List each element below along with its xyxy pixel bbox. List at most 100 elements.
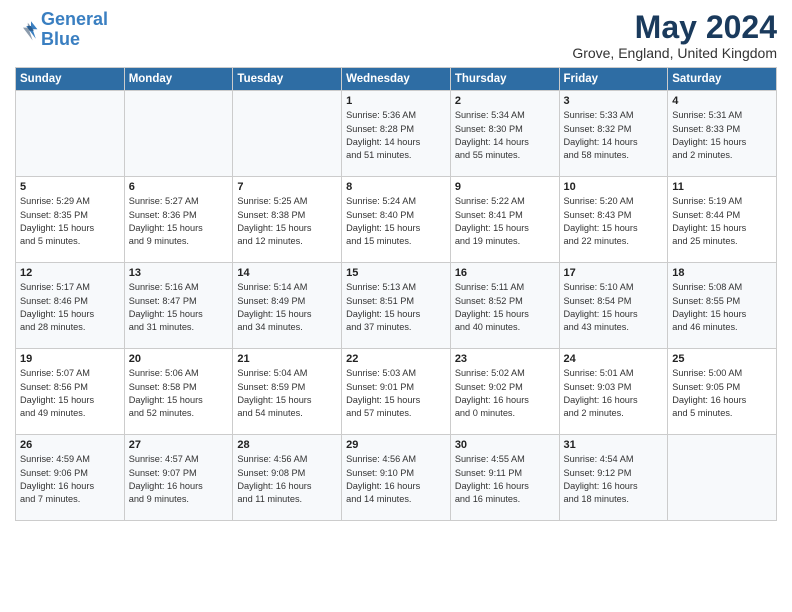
day-number: 22	[346, 353, 446, 365]
calendar-cell: 28 Sunrise: 4:56 AM Sunset: 9:08 PM Dayli…	[233, 435, 342, 521]
day-info: Sunrise: 5:17 AM Sunset: 8:46 PM Dayligh…	[20, 281, 120, 334]
day-number: 11	[672, 181, 772, 193]
page-container: General Blue May 2024 Grove, England, Un…	[0, 0, 792, 529]
day-info: Sunrise: 5:13 AM Sunset: 8:51 PM Dayligh…	[346, 281, 446, 334]
calendar-cell: 15 Sunrise: 5:13 AM Sunset: 8:51 PM Dayli…	[342, 263, 451, 349]
col-header-thursday: Thursday	[450, 68, 559, 91]
calendar-cell: 23 Sunrise: 5:02 AM Sunset: 9:02 PM Dayli…	[450, 349, 559, 435]
day-info: Sunrise: 5:14 AM Sunset: 8:49 PM Dayligh…	[237, 281, 337, 334]
logo-line2: Blue	[41, 29, 80, 49]
logo-text: General Blue	[41, 10, 108, 50]
day-info: Sunrise: 4:54 AM Sunset: 9:12 PM Dayligh…	[564, 453, 664, 506]
day-info: Sunrise: 4:59 AM Sunset: 9:06 PM Dayligh…	[20, 453, 120, 506]
day-info: Sunrise: 5:08 AM Sunset: 8:55 PM Dayligh…	[672, 281, 772, 334]
calendar-cell: 20 Sunrise: 5:06 AM Sunset: 8:58 PM Dayli…	[124, 349, 233, 435]
calendar-cell: 25 Sunrise: 5:00 AM Sunset: 9:05 PM Dayli…	[668, 349, 777, 435]
logo-icon	[15, 18, 39, 42]
day-number: 23	[455, 353, 555, 365]
day-number: 16	[455, 267, 555, 279]
day-info: Sunrise: 5:19 AM Sunset: 8:44 PM Dayligh…	[672, 195, 772, 248]
col-header-saturday: Saturday	[668, 68, 777, 91]
logo-line1: General	[41, 9, 108, 29]
calendar-cell: 14Sunrise: 5:14 AM Sunset: 8:49 PM Dayli…	[233, 263, 342, 349]
day-info: Sunrise: 5:01 AM Sunset: 9:03 PM Dayligh…	[564, 367, 664, 420]
calendar-cell: 29 Sunrise: 4:56 AM Sunset: 9:10 PM Dayli…	[342, 435, 451, 521]
day-info: Sunrise: 4:55 AM Sunset: 9:11 PM Dayligh…	[455, 453, 555, 506]
day-number: 21	[237, 353, 337, 365]
logo: General Blue	[15, 10, 108, 50]
col-header-wednesday: Wednesday	[342, 68, 451, 91]
calendar-cell: 5Sunrise: 5:29 AM Sunset: 8:35 PM Daylig…	[16, 177, 125, 263]
calendar-cell: 26 Sunrise: 4:59 AM Sunset: 9:06 PM Dayli…	[16, 435, 125, 521]
day-info: Sunrise: 5:02 AM Sunset: 9:02 PM Dayligh…	[455, 367, 555, 420]
day-number: 30	[455, 439, 555, 451]
day-number: 4	[672, 95, 772, 107]
day-info: Sunrise: 5:20 AM Sunset: 8:43 PM Dayligh…	[564, 195, 664, 248]
calendar-cell: 1 Sunrise: 5:36 AM Sunset: 8:28 PM Daylig…	[342, 91, 451, 177]
week-row-4: 19Sunrise: 5:07 AM Sunset: 8:56 PM Dayli…	[16, 349, 777, 435]
day-info: Sunrise: 5:36 AM Sunset: 8:28 PM Dayligh…	[346, 109, 446, 162]
week-row-3: 12Sunrise: 5:17 AM Sunset: 8:46 PM Dayli…	[16, 263, 777, 349]
day-number: 6	[129, 181, 229, 193]
day-info: Sunrise: 4:57 AM Sunset: 9:07 PM Dayligh…	[129, 453, 229, 506]
col-header-sunday: Sunday	[16, 68, 125, 91]
day-number: 17	[564, 267, 664, 279]
day-number: 18	[672, 267, 772, 279]
calendar-cell: 22 Sunrise: 5:03 AM Sunset: 9:01 PM Dayli…	[342, 349, 451, 435]
calendar-cell: 18 Sunrise: 5:08 AM Sunset: 8:55 PM Dayli…	[668, 263, 777, 349]
calendar-cell: 4 Sunrise: 5:31 AM Sunset: 8:33 PM Daylig…	[668, 91, 777, 177]
main-title: May 2024	[572, 10, 777, 45]
day-info: Sunrise: 5:06 AM Sunset: 8:58 PM Dayligh…	[129, 367, 229, 420]
day-number: 9	[455, 181, 555, 193]
day-number: 27	[129, 439, 229, 451]
calendar-cell: 16 Sunrise: 5:11 AM Sunset: 8:52 PM Dayli…	[450, 263, 559, 349]
day-info: Sunrise: 5:22 AM Sunset: 8:41 PM Dayligh…	[455, 195, 555, 248]
week-row-5: 26 Sunrise: 4:59 AM Sunset: 9:06 PM Dayli…	[16, 435, 777, 521]
header: General Blue May 2024 Grove, England, Un…	[15, 10, 777, 61]
header-row: SundayMondayTuesdayWednesdayThursdayFrid…	[16, 68, 777, 91]
day-number: 15	[346, 267, 446, 279]
calendar-cell: 10Sunrise: 5:20 AM Sunset: 8:43 PM Dayli…	[559, 177, 668, 263]
col-header-friday: Friday	[559, 68, 668, 91]
week-row-1: 1 Sunrise: 5:36 AM Sunset: 8:28 PM Daylig…	[16, 91, 777, 177]
calendar-cell: 11 Sunrise: 5:19 AM Sunset: 8:44 PM Dayli…	[668, 177, 777, 263]
calendar-cell: 6Sunrise: 5:27 AM Sunset: 8:36 PM Daylig…	[124, 177, 233, 263]
day-info: Sunrise: 4:56 AM Sunset: 9:10 PM Dayligh…	[346, 453, 446, 506]
day-number: 20	[129, 353, 229, 365]
day-number: 5	[20, 181, 120, 193]
calendar-cell: 27 Sunrise: 4:57 AM Sunset: 9:07 PM Dayli…	[124, 435, 233, 521]
day-number: 13	[129, 267, 229, 279]
day-number: 2	[455, 95, 555, 107]
calendar-table: SundayMondayTuesdayWednesdayThursdayFrid…	[15, 67, 777, 521]
col-header-tuesday: Tuesday	[233, 68, 342, 91]
day-number: 28	[237, 439, 337, 451]
day-info: Sunrise: 5:04 AM Sunset: 8:59 PM Dayligh…	[237, 367, 337, 420]
day-info: Sunrise: 5:10 AM Sunset: 8:54 PM Dayligh…	[564, 281, 664, 334]
day-info: Sunrise: 5:03 AM Sunset: 9:01 PM Dayligh…	[346, 367, 446, 420]
calendar-cell: 7 Sunrise: 5:25 AM Sunset: 8:38 PM Daylig…	[233, 177, 342, 263]
day-info: Sunrise: 5:00 AM Sunset: 9:05 PM Dayligh…	[672, 367, 772, 420]
calendar-cell: 30 Sunrise: 4:55 AM Sunset: 9:11 PM Dayli…	[450, 435, 559, 521]
calendar-cell: 13 Sunrise: 5:16 AM Sunset: 8:47 PM Dayli…	[124, 263, 233, 349]
day-info: Sunrise: 5:24 AM Sunset: 8:40 PM Dayligh…	[346, 195, 446, 248]
col-header-monday: Monday	[124, 68, 233, 91]
day-info: Sunrise: 5:25 AM Sunset: 8:38 PM Dayligh…	[237, 195, 337, 248]
calendar-cell: 19Sunrise: 5:07 AM Sunset: 8:56 PM Dayli…	[16, 349, 125, 435]
day-number: 25	[672, 353, 772, 365]
day-info: Sunrise: 5:34 AM Sunset: 8:30 PM Dayligh…	[455, 109, 555, 162]
calendar-cell	[668, 435, 777, 521]
day-number: 29	[346, 439, 446, 451]
day-info: Sunrise: 4:56 AM Sunset: 9:08 PM Dayligh…	[237, 453, 337, 506]
calendar-cell	[233, 91, 342, 177]
calendar-cell: 21 Sunrise: 5:04 AM Sunset: 8:59 PM Dayli…	[233, 349, 342, 435]
day-info: Sunrise: 5:11 AM Sunset: 8:52 PM Dayligh…	[455, 281, 555, 334]
calendar-cell: 3Sunrise: 5:33 AM Sunset: 8:32 PM Daylig…	[559, 91, 668, 177]
title-block: May 2024 Grove, England, United Kingdom	[572, 10, 777, 61]
day-number: 26	[20, 439, 120, 451]
day-number: 1	[346, 95, 446, 107]
day-number: 7	[237, 181, 337, 193]
calendar-cell	[124, 91, 233, 177]
day-info: Sunrise: 5:31 AM Sunset: 8:33 PM Dayligh…	[672, 109, 772, 162]
day-info: Sunrise: 5:16 AM Sunset: 8:47 PM Dayligh…	[129, 281, 229, 334]
day-number: 24	[564, 353, 664, 365]
